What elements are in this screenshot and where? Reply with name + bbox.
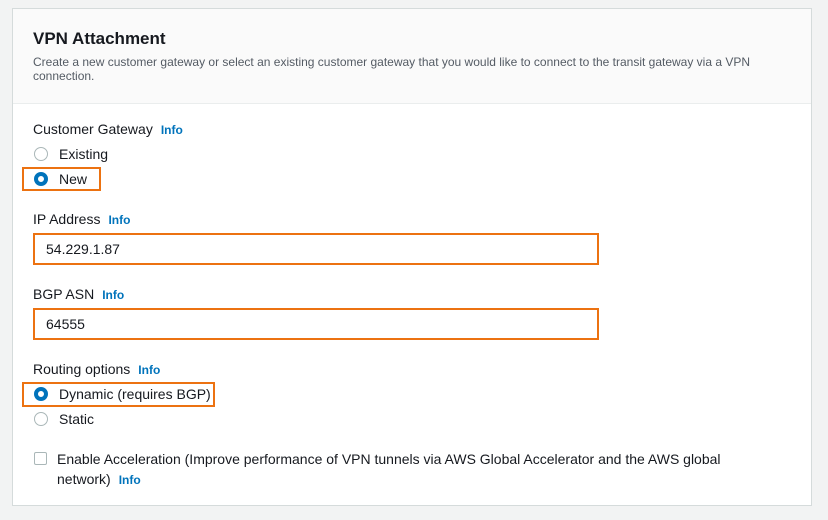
ip-address-info-link[interactable]: Info xyxy=(108,213,130,227)
radio-existing-label: Existing xyxy=(59,146,109,162)
panel-title: VPN Attachment xyxy=(33,29,166,48)
bgp-asn-label: BGP ASN Info xyxy=(33,286,124,302)
radio-option-new[interactable]: New xyxy=(33,168,87,190)
panel-description: Create a new customer gateway or select … xyxy=(33,55,751,83)
radio-option-dynamic[interactable]: Dynamic (requires BGP) xyxy=(33,383,211,405)
enable-acceleration-checkbox[interactable] xyxy=(34,452,47,465)
radio-static[interactable] xyxy=(34,412,48,426)
ip-address-label: IP Address Info xyxy=(33,211,130,227)
ip-address-label-text: IP Address xyxy=(33,211,101,227)
radio-option-static[interactable]: Static xyxy=(33,408,94,430)
routing-options-label-text: Routing options xyxy=(33,361,131,377)
ip-address-input[interactable]: 54.229.1.87 xyxy=(33,233,599,265)
routing-options-label: Routing options Info xyxy=(33,361,160,377)
enable-acceleration-label-text: Enable Acceleration (Improve performance… xyxy=(57,451,721,487)
enable-acceleration-info-link[interactable]: Info xyxy=(119,473,141,487)
customer-gateway-label: Customer Gateway Info xyxy=(33,121,183,137)
radio-new-label: New xyxy=(59,171,88,187)
radio-new[interactable] xyxy=(34,172,48,186)
customer-gateway-label-text: Customer Gateway xyxy=(33,121,153,137)
radio-existing[interactable] xyxy=(34,147,48,161)
vpn-attachment-panel: VPN Attachment Create a new customer gat… xyxy=(12,8,812,506)
panel-header: VPN Attachment Create a new customer gat… xyxy=(13,9,811,104)
radio-option-existing[interactable]: Existing xyxy=(33,143,108,165)
bgp-asn-label-text: BGP ASN xyxy=(33,286,95,302)
bgp-asn-input[interactable]: 64555 xyxy=(33,308,599,340)
radio-dynamic-label: Dynamic (requires BGP) xyxy=(59,386,211,402)
radio-dynamic[interactable] xyxy=(34,387,48,401)
routing-options-info-link[interactable]: Info xyxy=(138,363,160,377)
radio-static-label: Static xyxy=(59,411,95,427)
enable-acceleration-label: Enable Acceleration (Improve performance… xyxy=(57,449,757,490)
bgp-asn-info-link[interactable]: Info xyxy=(102,288,124,302)
customer-gateway-info-link[interactable]: Info xyxy=(161,123,183,137)
